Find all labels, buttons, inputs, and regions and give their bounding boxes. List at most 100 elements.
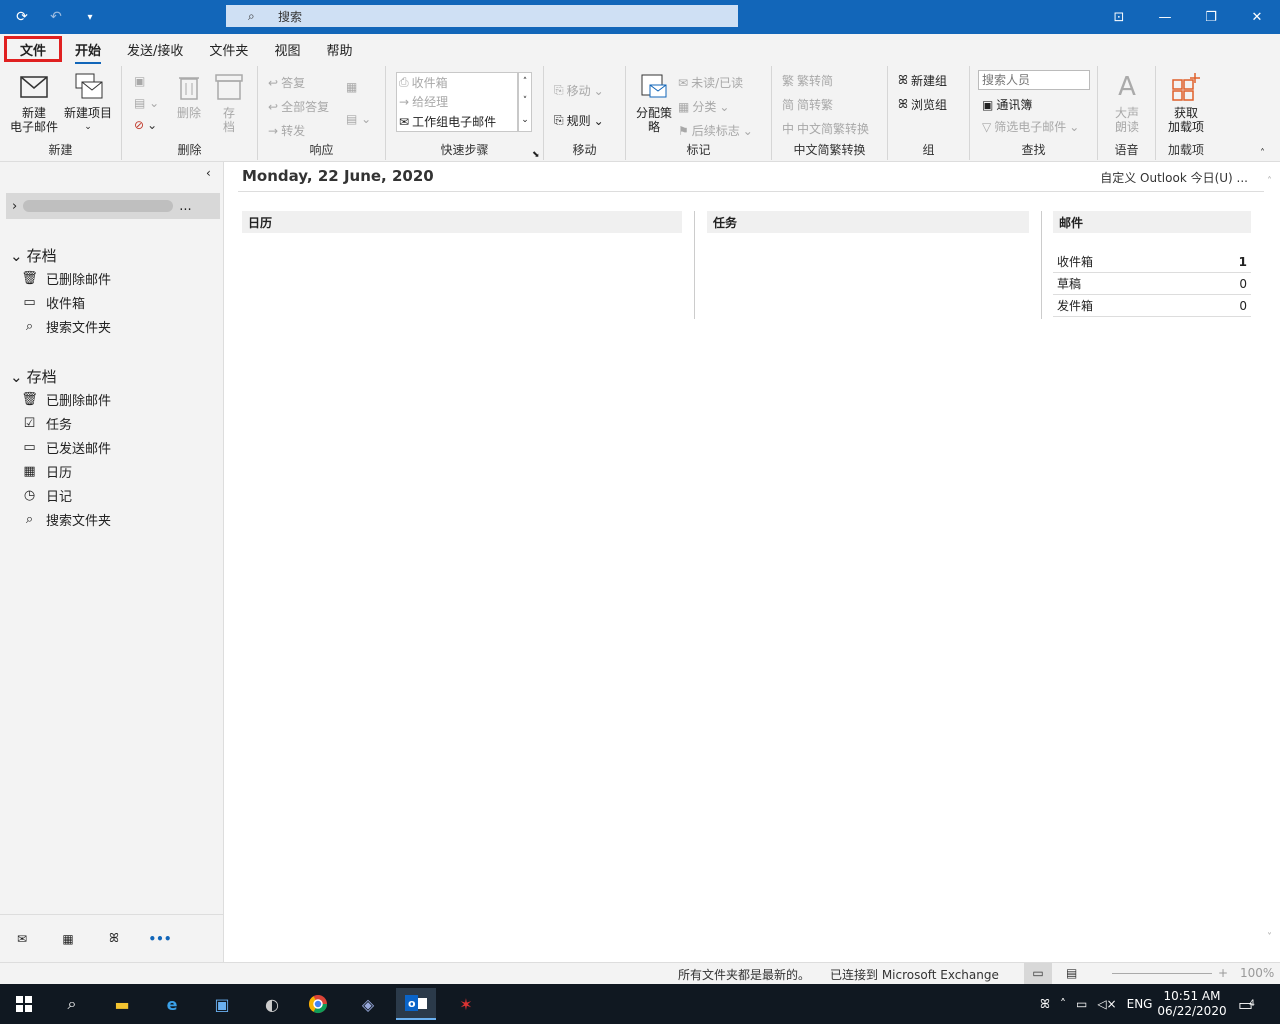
- folder-search[interactable]: ⌕ 搜索文件夹: [22, 510, 111, 529]
- app-icon-1[interactable]: ▣: [202, 988, 242, 1020]
- folder-sent[interactable]: ▭ 已发送邮件: [22, 438, 111, 457]
- filter-email-button[interactable]: ▽ 筛选电子邮件 ⌄: [982, 118, 1079, 135]
- ribbon-display-icon[interactable]: ⊡: [1096, 0, 1142, 34]
- people-tray-icon[interactable]: ꕤ: [1040, 997, 1050, 1012]
- file-explorer-icon[interactable]: ▬: [102, 988, 142, 1020]
- restore-button[interactable]: ❐: [1188, 0, 1234, 34]
- archive-section-1[interactable]: ⌄ 存档: [10, 245, 57, 266]
- scroll-down-icon[interactable]: ˅: [1267, 932, 1272, 943]
- follow-up-button[interactable]: ⚑ 后续标志 ⌄: [678, 122, 753, 139]
- ignore-icon[interactable]: ▣: [134, 74, 145, 88]
- new-group-button[interactable]: ꕤ 新建组: [898, 72, 947, 89]
- trash-icon: [174, 72, 204, 102]
- normal-view-icon[interactable]: ▭: [1024, 963, 1052, 984]
- get-addins-button[interactable]: 获取 加载项: [1164, 72, 1208, 134]
- reply-button[interactable]: ↩ 答复: [268, 74, 305, 91]
- collapse-pane-icon[interactable]: ‹: [206, 166, 211, 180]
- assign-policy-button[interactable]: 分配策 略: [634, 72, 674, 134]
- folder-deleted-items[interactable]: 🗑 已删除邮件: [21, 269, 111, 288]
- tab-file[interactable]: 文件: [4, 36, 63, 62]
- new-email-button[interactable]: 新建 电子邮件: [8, 72, 60, 134]
- collapse-ribbon-icon[interactable]: ˄: [1260, 148, 1265, 159]
- reading-view-icon[interactable]: ▤: [1066, 966, 1077, 980]
- windows-start-icon[interactable]: [4, 988, 44, 1020]
- app-icon-3[interactable]: ◈: [348, 988, 388, 1020]
- read-aloud-button[interactable]: A 大声 朗读: [1108, 72, 1146, 134]
- chrome-icon[interactable]: [298, 988, 338, 1020]
- cleanup-icon[interactable]: ▤ ⌄: [134, 96, 159, 110]
- delete-button[interactable]: 删除: [174, 72, 204, 120]
- junk-icon[interactable]: ⊘ ⌄: [134, 118, 157, 132]
- zoom-slider[interactable]: [1112, 973, 1212, 974]
- folder-label: 搜索文件夹: [46, 321, 112, 336]
- minimize-button[interactable]: —: [1142, 0, 1188, 34]
- forward-button[interactable]: → 转发: [268, 122, 305, 139]
- meeting-icon[interactable]: ▦: [346, 80, 357, 94]
- folder-deleted-items[interactable]: 🗑 已删除邮件: [21, 390, 111, 409]
- quick-steps-scroll[interactable]: ˄ ˅ ⌄: [518, 72, 532, 132]
- calendar-icon[interactable]: ▦: [58, 929, 78, 949]
- app-icon-2[interactable]: ◐: [252, 988, 292, 1020]
- folder-calendar[interactable]: ▦ 日历: [22, 462, 72, 481]
- archive-button[interactable]: 存 档: [214, 72, 244, 134]
- scroll-up-icon[interactable]: ˄: [1267, 176, 1272, 187]
- mail-row-drafts[interactable]: 草稿 0: [1053, 273, 1251, 295]
- zoom-in-icon[interactable]: +: [1218, 966, 1228, 980]
- tab-send-receive[interactable]: 发送/接收: [114, 36, 196, 62]
- folder-tasks[interactable]: ☑ 任务: [22, 414, 72, 433]
- search-icon[interactable]: ⌕: [52, 988, 92, 1020]
- quick-step-team-email[interactable]: ✉ 工作组电子邮件: [399, 113, 496, 130]
- address-book-button[interactable]: ▣ 通讯簿: [982, 96, 1032, 113]
- volume-icon[interactable]: ◁×: [1097, 997, 1116, 1011]
- language-indicator[interactable]: ENG: [1127, 997, 1153, 1011]
- move-button[interactable]: ⎘ 移动 ⌄: [554, 82, 604, 99]
- folder-inbox[interactable]: ▭ 收件箱: [22, 293, 85, 312]
- group-label-groups: 组: [922, 143, 935, 157]
- clock[interactable]: 10:51 AM 06/22/2020: [1157, 984, 1226, 1024]
- new-item-button[interactable]: 新建项目 ⌄: [60, 72, 116, 134]
- sync-icon[interactable]: ⟳: [12, 7, 32, 27]
- unread-read-button[interactable]: ✉ 未读/已读: [678, 74, 743, 91]
- tab-help[interactable]: 帮助: [313, 36, 365, 62]
- network-icon[interactable]: ▭: [1076, 997, 1087, 1011]
- account-item[interactable]: › ...: [6, 193, 220, 219]
- search-people-input[interactable]: [978, 70, 1090, 90]
- chevron-down-icon: ⌄: [1069, 119, 1080, 134]
- app-icon-4[interactable]: ✶: [446, 988, 486, 1020]
- more-icon[interactable]: •••: [149, 929, 172, 949]
- mail-row-inbox[interactable]: 收件箱 1: [1053, 251, 1251, 273]
- categorize-button[interactable]: ▦ 分类 ⌄: [678, 98, 729, 115]
- people-icon[interactable]: ꕤ: [104, 929, 124, 949]
- vertical-scrollbar[interactable]: ˄ ˅: [1264, 162, 1280, 962]
- customize-qat-icon[interactable]: ▾: [80, 7, 100, 27]
- undo-icon[interactable]: ↶: [46, 7, 66, 27]
- internet-explorer-icon[interactable]: e: [152, 988, 192, 1020]
- search-box[interactable]: ⌕ 搜索: [226, 5, 738, 27]
- rules-button[interactable]: ⎘ 规则 ⌄: [554, 112, 604, 129]
- more-respond-icon[interactable]: ▤ ⌄: [346, 112, 371, 126]
- chinese-convert-button[interactable]: 中中文简繁转换: [782, 120, 869, 137]
- reply-all-button[interactable]: ↩ 全部答复: [268, 98, 329, 115]
- simp-to-trad-button[interactable]: 简简转繁: [782, 96, 833, 113]
- tasks-column: 任务: [707, 211, 1029, 233]
- folder-journal[interactable]: ◷ 日记: [22, 486, 72, 505]
- browse-groups-button[interactable]: ꕤ 浏览组: [898, 96, 947, 113]
- trad-to-simp-label: 繁转简: [797, 74, 834, 88]
- trash-icon: 🗑: [21, 271, 38, 286]
- close-button[interactable]: ✕: [1234, 0, 1280, 34]
- get-addins-label-1: 获取: [1173, 106, 1198, 120]
- outlook-taskbar-icon[interactable]: o: [396, 988, 436, 1020]
- tab-folder[interactable]: 文件夹: [196, 36, 261, 62]
- quick-step-inbox[interactable]: ⎙ 收件箱: [399, 74, 448, 91]
- quick-step-manager[interactable]: → 给经理: [399, 93, 448, 110]
- folder-search[interactable]: ⌕ 搜索文件夹: [22, 317, 111, 336]
- tab-home[interactable]: 开始: [62, 36, 114, 64]
- notification-center-icon[interactable]: ▭ 4: [1238, 984, 1255, 1024]
- mail-row-outbox[interactable]: 发件箱 0: [1053, 295, 1251, 317]
- tab-view[interactable]: 视图: [261, 36, 313, 62]
- mail-icon[interactable]: ✉: [12, 929, 32, 949]
- customize-outlook-today-link[interactable]: 自定义 Outlook 今日(U) ...: [1100, 169, 1248, 186]
- chevron-up-icon[interactable]: ˄: [1060, 997, 1066, 1011]
- trad-to-simp-button[interactable]: 繁繁转简: [782, 72, 833, 89]
- archive-section-2[interactable]: ⌄ 存档: [10, 366, 57, 387]
